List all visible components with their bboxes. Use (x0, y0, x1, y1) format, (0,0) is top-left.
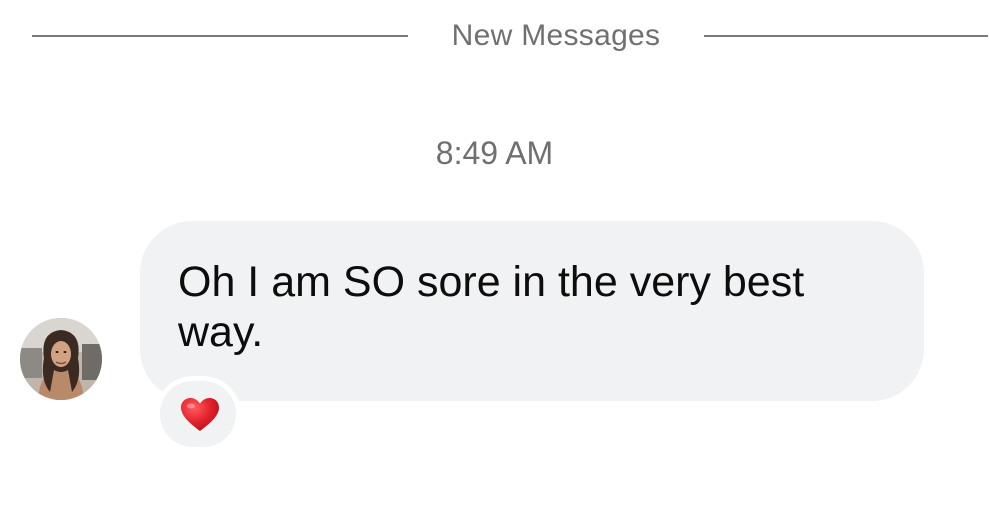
sender-avatar[interactable] (20, 318, 102, 400)
message-text: Oh I am SO sore in the very best way. (178, 258, 805, 356)
reaction-badge[interactable] (155, 376, 241, 452)
profile-photo-avatar-icon (20, 318, 102, 400)
new-messages-label: New Messages (451, 19, 661, 52)
message-timestamp: 8:49 AM (435, 135, 554, 171)
red-heart-icon (181, 398, 219, 431)
message-bubble[interactable]: Oh I am SO sore in the very best way. (140, 221, 924, 401)
new-messages-divider: New Messages (32, 18, 988, 54)
divider-line-right (704, 35, 988, 37)
divider-line-left (32, 35, 408, 37)
